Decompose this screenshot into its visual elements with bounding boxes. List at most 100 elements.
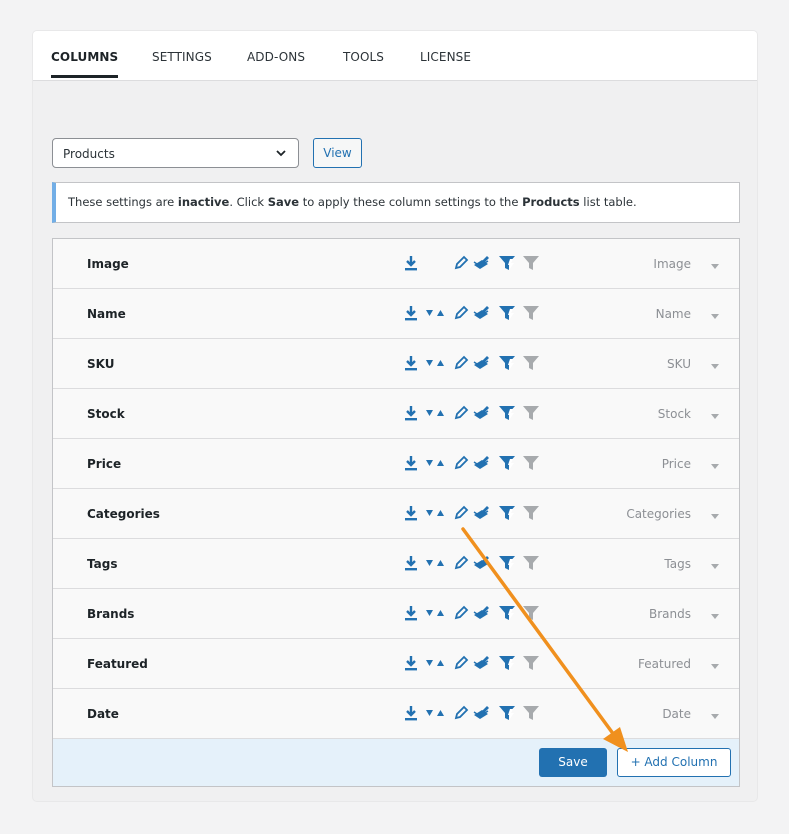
filter-icon[interactable]: [521, 353, 541, 373]
notice-text: . Click: [229, 195, 268, 209]
bulk-edit-icon[interactable]: [471, 403, 491, 423]
bulk-edit-icon[interactable]: [471, 303, 491, 323]
tab-columns[interactable]: COLUMNS: [51, 50, 119, 78]
sort-icon[interactable]: [425, 653, 445, 673]
filter-icon[interactable]: [521, 603, 541, 623]
column-label[interactable]: Name: [87, 307, 126, 321]
toggle-arrow-icon[interactable]: [709, 257, 721, 269]
column-row: Brands Brands: [53, 589, 739, 639]
export-icon[interactable]: [401, 503, 421, 523]
column-type: Name: [655, 307, 691, 321]
sort-icon[interactable]: [425, 303, 445, 323]
toggle-arrow-icon[interactable]: [709, 507, 721, 519]
bulk-edit-icon[interactable]: [471, 553, 491, 573]
tab-add-ons[interactable]: ADD-ONS: [247, 50, 305, 64]
column-label[interactable]: SKU: [87, 357, 114, 371]
bulk-edit-icon[interactable]: [471, 703, 491, 723]
export-icon[interactable]: [401, 453, 421, 473]
export-icon[interactable]: [401, 703, 421, 723]
smart-filter-icon[interactable]: [497, 303, 517, 323]
bulk-edit-icon[interactable]: [471, 453, 491, 473]
sort-icon[interactable]: [425, 553, 445, 573]
edit-icon[interactable]: [451, 253, 471, 273]
smart-filter-icon[interactable]: [497, 503, 517, 523]
edit-icon[interactable]: [451, 403, 471, 423]
column-label[interactable]: Featured: [87, 657, 148, 671]
filter-icon[interactable]: [521, 453, 541, 473]
sort-icon[interactable]: [425, 353, 445, 373]
filter-icon[interactable]: [521, 253, 541, 273]
list-screen-select[interactable]: Products: [52, 138, 299, 168]
export-icon[interactable]: [401, 553, 421, 573]
filter-icon[interactable]: [521, 553, 541, 573]
view-button[interactable]: View: [313, 138, 362, 168]
export-icon[interactable]: [401, 603, 421, 623]
notice-text: list table.: [579, 195, 637, 209]
bulk-edit-icon[interactable]: [471, 503, 491, 523]
column-label[interactable]: Image: [87, 257, 129, 271]
bulk-edit-icon[interactable]: [471, 353, 491, 373]
tab-settings[interactable]: SETTINGS: [152, 50, 212, 64]
filter-icon[interactable]: [521, 303, 541, 323]
toggle-arrow-icon[interactable]: [709, 707, 721, 719]
filter-icon[interactable]: [521, 403, 541, 423]
edit-icon[interactable]: [451, 553, 471, 573]
column-feature-icons: [401, 253, 541, 275]
notice-text: These settings are: [68, 195, 178, 209]
toggle-arrow-icon[interactable]: [709, 357, 721, 369]
sort-icon[interactable]: [425, 503, 445, 523]
edit-icon[interactable]: [451, 353, 471, 373]
export-icon[interactable]: [401, 653, 421, 673]
column-label[interactable]: Brands: [87, 607, 134, 621]
export-icon[interactable]: [401, 253, 421, 273]
bulk-edit-icon[interactable]: [471, 253, 491, 273]
column-label[interactable]: Stock: [87, 407, 125, 421]
toggle-arrow-icon[interactable]: [709, 407, 721, 419]
edit-icon[interactable]: [451, 453, 471, 473]
export-icon[interactable]: [401, 303, 421, 323]
add-column-button[interactable]: + Add Column: [617, 748, 731, 777]
filter-icon[interactable]: [521, 653, 541, 673]
edit-icon[interactable]: [451, 653, 471, 673]
export-icon[interactable]: [401, 403, 421, 423]
column-row: SKU SKU: [53, 339, 739, 389]
sort-icon[interactable]: [425, 453, 445, 473]
edit-icon[interactable]: [451, 603, 471, 623]
bulk-edit-icon[interactable]: [471, 653, 491, 673]
smart-filter-icon[interactable]: [497, 653, 517, 673]
edit-icon[interactable]: [451, 303, 471, 323]
tab-bar: COLUMNS SETTINGS ADD-ONS TOOLS LICENSE: [33, 31, 757, 81]
smart-filter-icon[interactable]: [497, 453, 517, 473]
smart-filter-icon[interactable]: [497, 553, 517, 573]
tab-license[interactable]: LICENSE: [420, 50, 471, 64]
smart-filter-icon[interactable]: [497, 353, 517, 373]
smart-filter-icon[interactable]: [497, 603, 517, 623]
column-label[interactable]: Price: [87, 457, 121, 471]
tab-tools[interactable]: TOOLS: [343, 50, 384, 64]
smart-filter-icon[interactable]: [497, 403, 517, 423]
column-row: Featured Featured: [53, 639, 739, 689]
column-row: Price Price: [53, 439, 739, 489]
toggle-arrow-icon[interactable]: [709, 657, 721, 669]
toggle-arrow-icon[interactable]: [709, 557, 721, 569]
toggle-arrow-icon[interactable]: [709, 457, 721, 469]
toggle-arrow-icon[interactable]: [709, 307, 721, 319]
save-button[interactable]: Save: [539, 748, 607, 777]
sort-icon[interactable]: [425, 403, 445, 423]
bulk-edit-icon[interactable]: [471, 603, 491, 623]
column-label[interactable]: Categories: [87, 507, 160, 521]
column-label[interactable]: Tags: [87, 557, 117, 571]
sort-icon[interactable]: [425, 603, 445, 623]
edit-icon[interactable]: [451, 503, 471, 523]
smart-filter-icon[interactable]: [497, 703, 517, 723]
column-label[interactable]: Date: [87, 707, 119, 721]
column-feature-icons: [401, 703, 541, 725]
export-icon[interactable]: [401, 353, 421, 373]
edit-icon[interactable]: [451, 703, 471, 723]
smart-filter-icon[interactable]: [497, 253, 517, 273]
column-feature-icons: [401, 553, 541, 575]
sort-icon[interactable]: [425, 703, 445, 723]
filter-icon[interactable]: [521, 703, 541, 723]
toggle-arrow-icon[interactable]: [709, 607, 721, 619]
filter-icon[interactable]: [521, 503, 541, 523]
